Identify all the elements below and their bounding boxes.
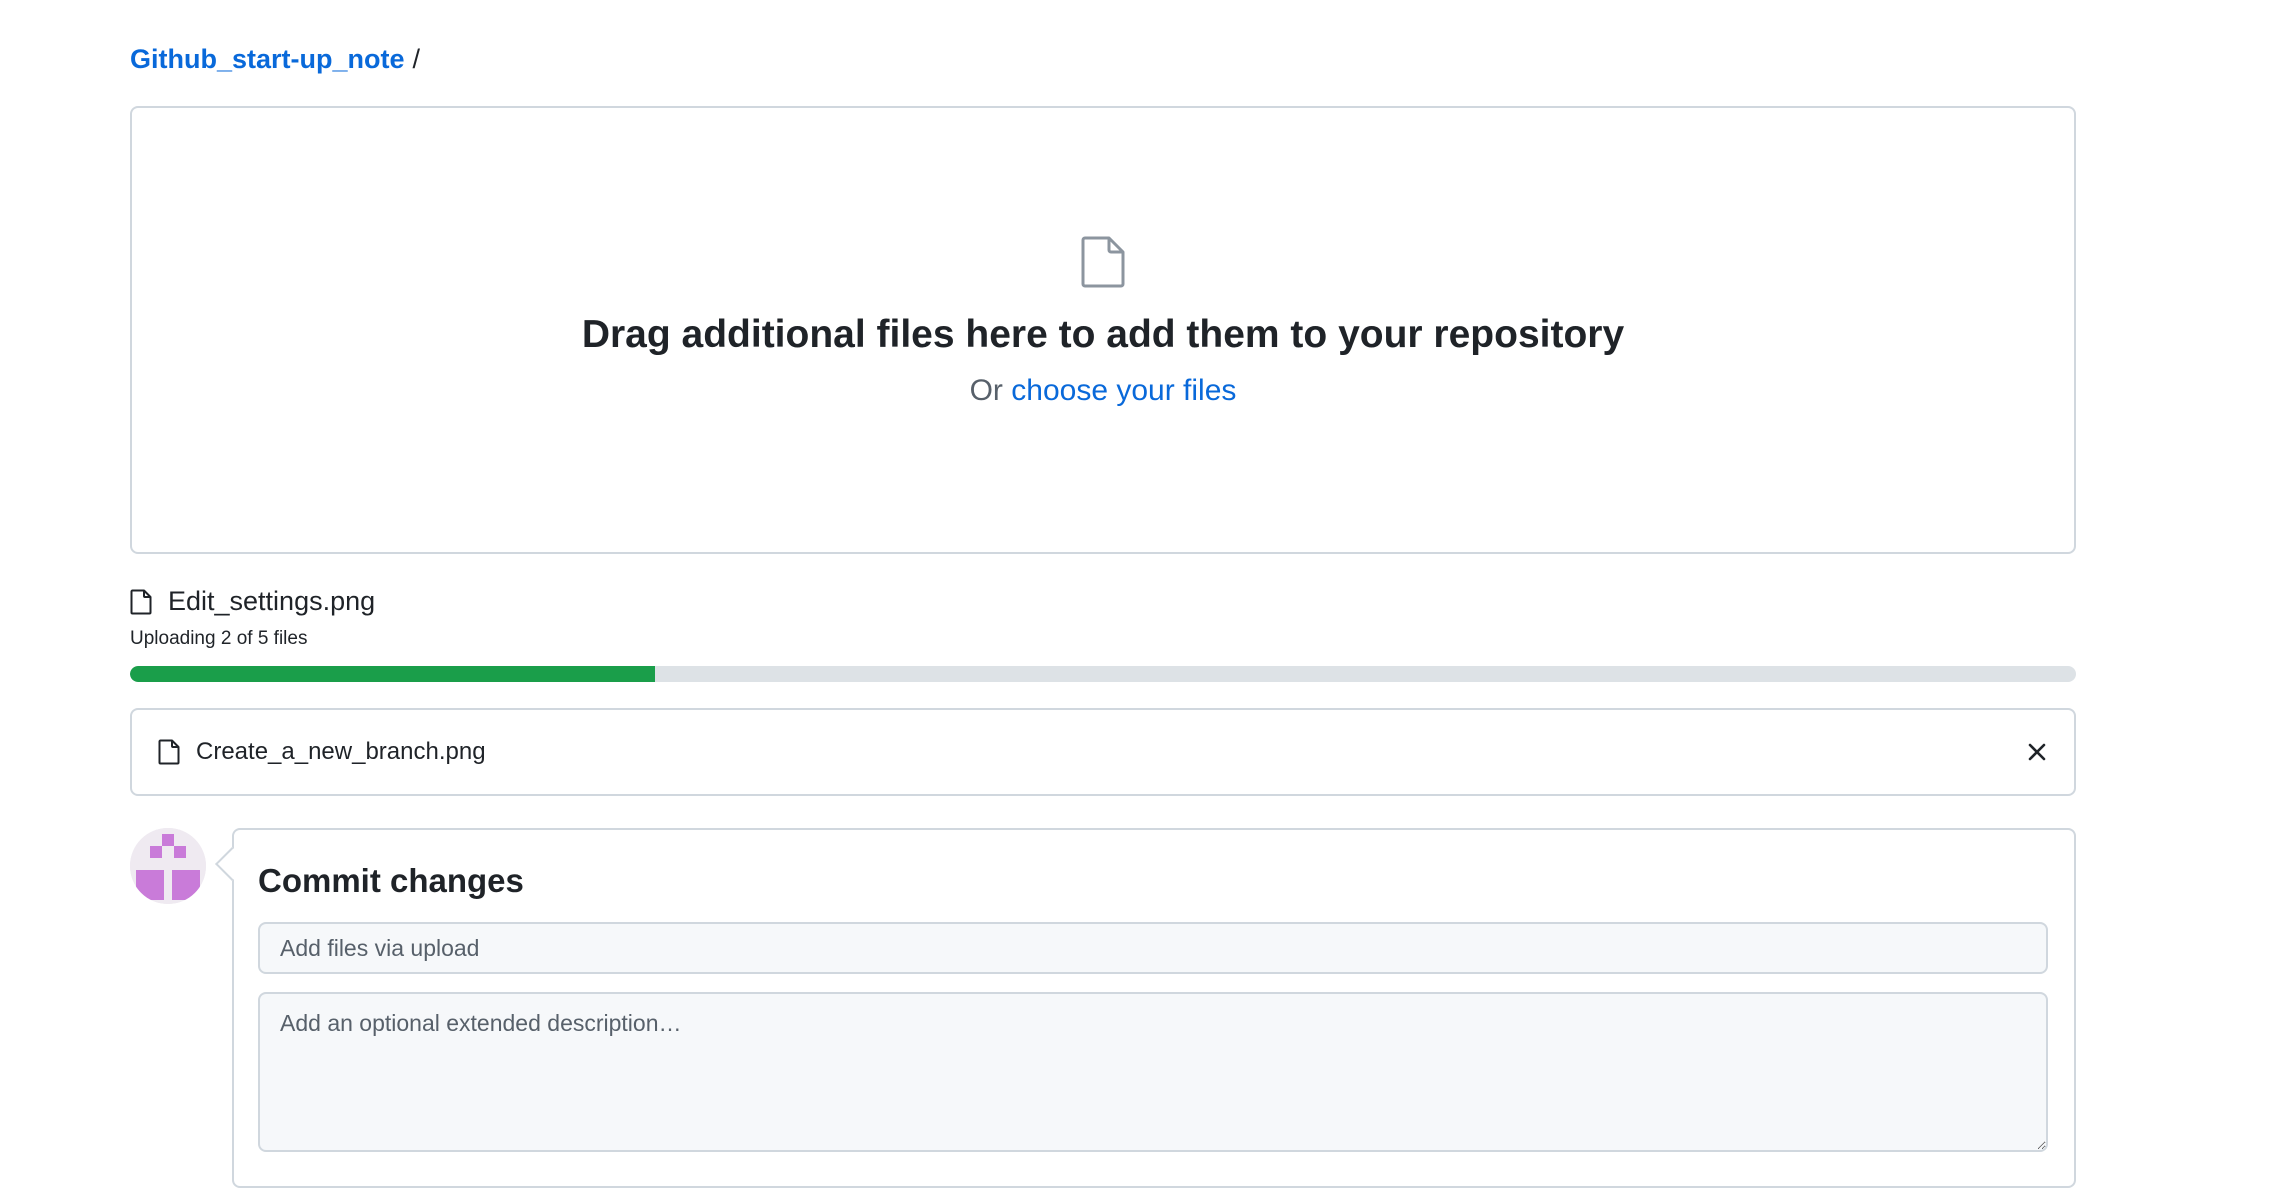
file-icon bbox=[158, 739, 180, 765]
breadcrumb-separator: / bbox=[412, 44, 421, 74]
file-icon bbox=[130, 589, 152, 614]
identicon-icon bbox=[130, 828, 206, 904]
queued-file-name: Create_a_new_branch.png bbox=[196, 738, 486, 765]
breadcrumb: Github_start-up_note / bbox=[130, 42, 420, 76]
dropzone-heading: Drag additional files here to add them t… bbox=[581, 313, 1625, 356]
dropzone-prefix: Or bbox=[969, 374, 1003, 407]
file-icon bbox=[1081, 236, 1125, 288]
commit-box-caret bbox=[215, 847, 249, 881]
breadcrumb-repo-link[interactable]: Github_start-up_note bbox=[130, 44, 405, 74]
avatar[interactable] bbox=[130, 828, 206, 904]
commit-form: Commit changes bbox=[215, 828, 2076, 1188]
file-dropzone[interactable]: Drag additional files here to add them t… bbox=[130, 106, 2076, 554]
commit-description-textarea[interactable] bbox=[258, 992, 2048, 1152]
close-icon[interactable] bbox=[2026, 741, 2048, 763]
upload-status-text: Uploading 2 of 5 files bbox=[130, 628, 308, 649]
dropzone-subtext: Or choose your files bbox=[132, 372, 2074, 410]
current-upload: Edit_settings.png bbox=[130, 586, 375, 617]
current-upload-filename: Edit_settings.png bbox=[168, 586, 376, 616]
upload-progress-fill bbox=[130, 666, 656, 682]
queued-file-row: Create_a_new_branch.png bbox=[130, 708, 2076, 796]
choose-files-link[interactable]: choose your files bbox=[1011, 374, 1236, 407]
commit-title: Commit changes bbox=[258, 862, 524, 899]
commit-summary-input[interactable] bbox=[258, 922, 2048, 974]
upload-progress-bar bbox=[130, 666, 2076, 682]
